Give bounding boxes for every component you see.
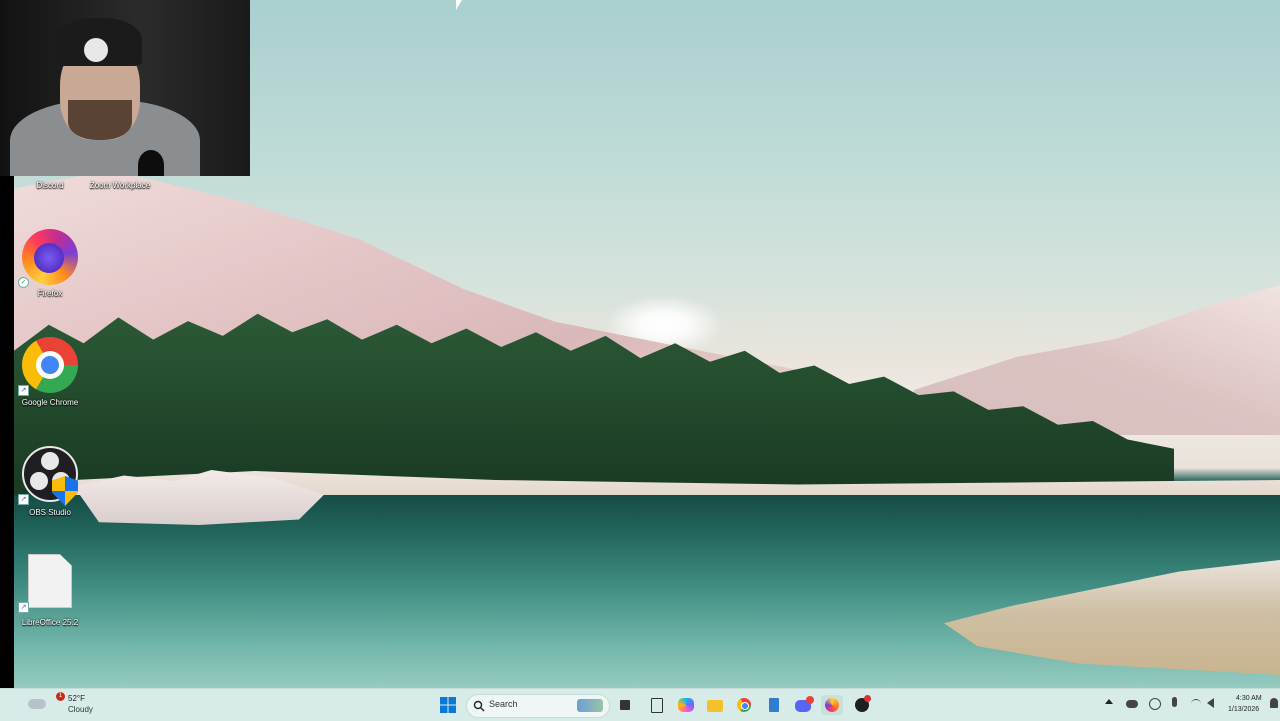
icon-label-discord: Discord xyxy=(36,181,64,190)
weather-cloud-icon xyxy=(28,699,46,709)
desktop-icon-obs[interactable]: ↗ OBS Studio xyxy=(14,444,84,544)
sync-check-icon: ✓ xyxy=(18,277,29,288)
desktop-icon-chrome[interactable]: ↗ Google Chrome xyxy=(14,335,84,435)
mouse-cursor-icon xyxy=(456,0,462,10)
taskbar-search[interactable]: Search xyxy=(466,694,610,718)
clock[interactable]: 4:30 AM 1/13/2026 xyxy=(1222,693,1266,719)
onedrive-icon[interactable] xyxy=(1126,700,1138,708)
icon-label-libreoffice: LibreOffice 25.2 xyxy=(21,618,79,627)
shortcut-arrow-icon: ↗ xyxy=(18,494,29,505)
microphone-icon[interactable] xyxy=(1172,697,1177,707)
sync-icon[interactable] xyxy=(1149,698,1161,710)
taskbar: 1 52°F Cloudy Search 4:30 AM 1/13/2026 xyxy=(0,688,1280,721)
chrome-icon[interactable] xyxy=(733,695,755,715)
firefox-icon[interactable] xyxy=(821,695,843,715)
obs-icon[interactable] xyxy=(851,695,873,715)
document-icon xyxy=(28,554,72,608)
notepad-icon[interactable] xyxy=(645,695,667,715)
desktop-icon-libreoffice[interactable]: ↗ LibreOffice 25.2 xyxy=(14,552,84,652)
weather-desc: Cloudy xyxy=(68,705,93,714)
clock-date: 1/13/2026 xyxy=(1228,706,1260,713)
webcam-overlay xyxy=(0,0,250,176)
search-icon xyxy=(473,700,485,712)
shortcut-arrow-icon: ↗ xyxy=(18,385,29,396)
uac-shield-icon xyxy=(52,476,78,506)
chrome-icon xyxy=(22,337,78,393)
wifi-icon[interactable] xyxy=(1191,699,1201,708)
windows-start-icon[interactable] xyxy=(438,695,460,715)
icon-label-zoom: Zoom Workplace xyxy=(89,181,151,190)
desktop-icon-firefox[interactable]: ✓ Firefox xyxy=(14,225,84,325)
search-highlight-icon xyxy=(577,699,603,712)
notification-bell-icon[interactable] xyxy=(1270,698,1278,708)
discord-icon[interactable] xyxy=(792,695,814,715)
desktop-icon-zoom[interactable]: Zoom Workplace xyxy=(80,181,160,190)
shortcut-arrow-icon: ↗ xyxy=(18,602,29,613)
chevron-up-icon[interactable] xyxy=(1105,699,1113,704)
task-view-icon[interactable] xyxy=(614,695,636,715)
volume-icon[interactable] xyxy=(1207,698,1214,708)
icon-label-obs: OBS Studio xyxy=(29,508,71,517)
notepad-app-icon[interactable] xyxy=(763,695,785,715)
search-placeholder: Search xyxy=(489,699,518,709)
clock-time: 4:30 AM xyxy=(1236,695,1262,702)
weather-widget[interactable]: 1 52°F Cloudy xyxy=(20,689,93,721)
icon-label-firefox: Firefox xyxy=(37,289,63,298)
file-explorer-icon[interactable] xyxy=(704,695,726,715)
firefox-icon xyxy=(22,229,78,285)
desktop-icon-discord[interactable]: Discord xyxy=(10,181,90,190)
icon-label-chrome: Google Chrome xyxy=(21,398,79,407)
weather-temp: 52°F xyxy=(68,694,85,703)
copilot-icon[interactable] xyxy=(675,695,697,715)
weather-badge: 1 xyxy=(56,692,65,701)
